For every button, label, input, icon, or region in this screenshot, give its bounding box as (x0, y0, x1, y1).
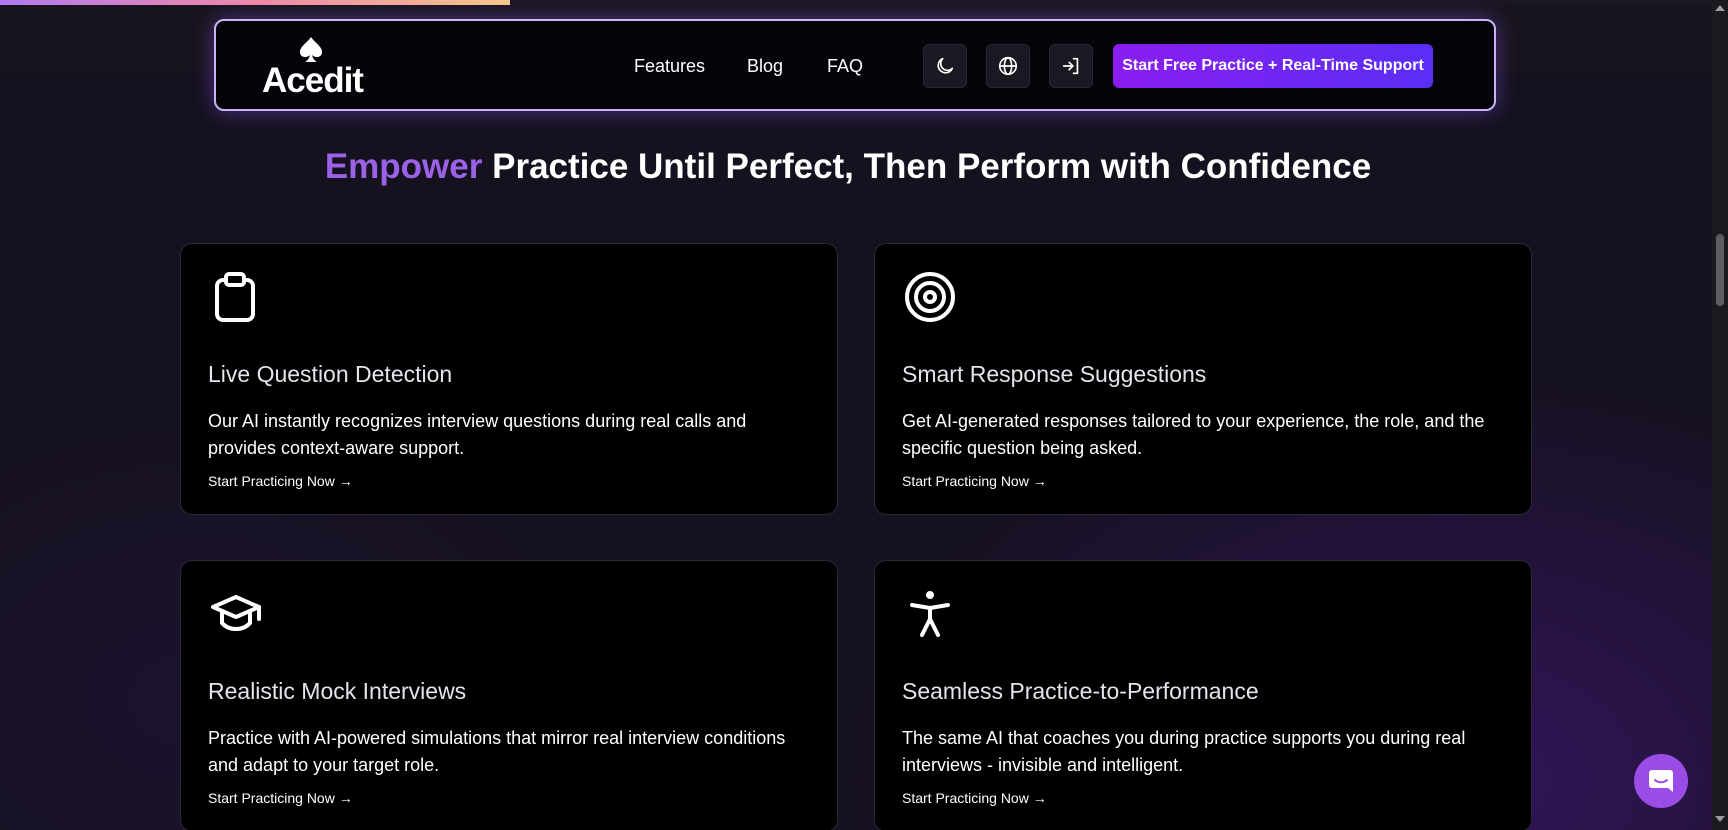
start-free-practice-button[interactable]: Start Free Practice + Real-Time Support (1113, 44, 1433, 88)
graduation-cap-icon (211, 595, 261, 631)
nav-link-blog[interactable]: Blog (747, 55, 783, 77)
feature-card: Smart Response Suggestions Get AI-genera… (874, 243, 1532, 515)
page: Acedit Features Blog FAQ Start Free Prac… (0, 0, 1728, 830)
feature-title: Live Question Detection (208, 361, 453, 387)
feature-title: Smart Response Suggestions (902, 361, 1207, 387)
scrollbar-thumb[interactable] (1716, 234, 1724, 306)
nav-link-faq[interactable]: FAQ (827, 55, 863, 77)
scroll-up-arrow-icon[interactable] (1715, 5, 1725, 11)
logo[interactable]: Acedit (262, 35, 372, 99)
feature-description: Practice with AI-powered simulations tha… (208, 728, 786, 775)
feature-title: Seamless Practice-to-Performance (902, 678, 1259, 704)
chat-launcher-button[interactable] (1634, 754, 1688, 808)
start-practicing-link[interactable]: Start Practicing Now → (902, 472, 1047, 490)
start-practicing-link[interactable]: Start Practicing Now → (208, 789, 353, 807)
feature-description: The same AI that coaches you during prac… (902, 728, 1466, 775)
page-scrollbar[interactable] (1712, 0, 1728, 830)
theme-toggle-button[interactable] (923, 44, 967, 88)
scroll-down-arrow-icon[interactable] (1715, 816, 1725, 822)
navbar: Acedit Features Blog FAQ Start Free Prac… (214, 19, 1496, 111)
feature-card: Live Question Detection Our AI instantly… (180, 243, 838, 515)
feature-title: Realistic Mock Interviews (208, 678, 467, 704)
feature-card: Realistic Mock Interviews Practice with … (180, 560, 838, 830)
feature-description: Our AI instantly recognizes interview qu… (208, 411, 747, 458)
globe-icon (998, 56, 1018, 76)
start-practicing-link[interactable]: Start Practicing Now → (208, 472, 353, 490)
feature-description: Get AI-generated responses tailored to y… (902, 411, 1485, 458)
chat-bubble-icon (1649, 770, 1673, 792)
language-button[interactable] (986, 44, 1030, 88)
feature-card: Seamless Practice-to-Performance The sam… (874, 560, 1532, 830)
moon-icon (937, 57, 954, 74)
section-headline: Empower Practice Until Perfect, Then Per… (0, 145, 1696, 189)
accessibility-icon (910, 591, 950, 637)
login-button[interactable] (1049, 44, 1093, 88)
headline-text: Practice Until Perfect, Then Perform wit… (482, 147, 1372, 186)
headline-accent: Empower (324, 147, 483, 186)
target-icon (905, 272, 955, 322)
sign-in-icon (1062, 57, 1079, 75)
logo-text: Acedit (262, 61, 364, 100)
clipboard-icon (215, 272, 255, 322)
start-practicing-link[interactable]: Start Practicing Now → (902, 789, 1047, 807)
nav-link-features[interactable]: Features (634, 55, 705, 77)
